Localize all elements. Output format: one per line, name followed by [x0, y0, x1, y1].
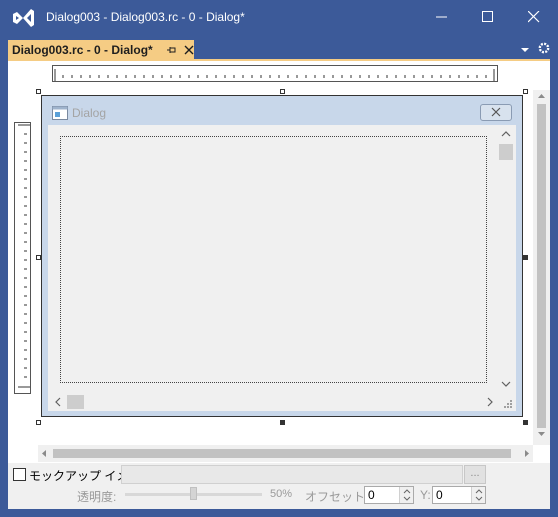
dialog-vertical-scrollbar[interactable] — [498, 126, 514, 392]
offset-y-label: Y: — [420, 488, 431, 502]
scrollbar-graphics — [499, 131, 513, 387]
horizontal-ruler[interactable] — [52, 65, 498, 82]
offset-x-stepper[interactable]: 0 — [364, 486, 414, 504]
maximize-button[interactable] — [465, 0, 511, 34]
window-title: Dialog003 - Dialog003.rc - 0 - Dialog* — [46, 10, 245, 24]
offset-y-value: 0 — [436, 488, 443, 502]
mockup-image-checkbox[interactable] — [13, 468, 26, 481]
tab-close-icon[interactable] — [182, 43, 196, 57]
scrollbar-graphics — [42, 449, 529, 458]
maximize-icon — [482, 11, 493, 22]
size-grip-icon[interactable] — [500, 398, 514, 410]
scrollbar-graphics — [55, 395, 493, 409]
opacity-label: 透明度: — [77, 490, 117, 504]
minimize-button[interactable] — [419, 0, 465, 34]
browse-button[interactable]: ... — [464, 465, 486, 484]
spin-arrows-icon — [403, 489, 411, 501]
scrollbar-graphics — [537, 94, 546, 436]
editor-vertical-scrollbar[interactable] — [533, 90, 550, 445]
tab-label: Dialog003.rc - 0 - Dialog* — [12, 43, 153, 57]
vertical-ruler[interactable] — [14, 122, 31, 394]
ruler-ticks-vertical — [18, 124, 30, 388]
dialog-close-button[interactable] — [480, 104, 512, 121]
tab-list-dropdown-icon[interactable] — [518, 42, 532, 56]
tab-dialog003-rc[interactable]: Dialog003.rc - 0 - Dialog* — [8, 40, 194, 60]
close-icon — [491, 107, 501, 117]
resize-handle-top-left[interactable] — [36, 89, 41, 94]
spin-arrows-icon — [475, 489, 483, 501]
pin-icon[interactable] — [164, 43, 178, 57]
close-button[interactable] — [511, 0, 557, 34]
resize-handle-bottom-right[interactable] — [523, 420, 528, 425]
offset-x-value: 0 — [368, 488, 375, 502]
close-icon — [528, 11, 540, 23]
mockup-image-path-field[interactable] — [121, 465, 463, 484]
editor-horizontal-scrollbar[interactable] — [38, 445, 533, 462]
minimize-icon — [436, 16, 447, 18]
dialog-window-icon — [52, 106, 68, 120]
resize-handle-top[interactable] — [280, 89, 285, 94]
dialog-horizontal-scrollbar[interactable] — [50, 394, 498, 410]
offset-x-spin-arrows[interactable] — [399, 487, 413, 503]
layout-guide-margin — [60, 136, 487, 383]
title-bar[interactable]: Dialog003 - Dialog003.rc - 0 - Dialog* — [0, 0, 558, 36]
resize-handle-bottom[interactable] — [280, 420, 285, 425]
dialog-title: Dialog — [72, 106, 107, 120]
opacity-slider-thumb[interactable] — [190, 487, 197, 500]
opacity-value: 50% — [270, 488, 293, 500]
main-window: Dialog003 - Dialog003.rc - 0 - Dialog* D… — [0, 0, 558, 517]
resize-handle-bottom-left[interactable] — [36, 420, 41, 425]
gear-icon[interactable] — [537, 41, 551, 55]
resize-handle-right[interactable] — [523, 255, 528, 260]
visual-studio-logo-icon — [13, 9, 34, 27]
offset-y-stepper[interactable]: 0 — [432, 486, 486, 504]
offset-y-spin-arrows[interactable] — [471, 487, 485, 503]
resize-handle-top-right[interactable] — [523, 89, 528, 94]
ruler-ticks-horizontal — [54, 69, 495, 81]
document-tab-strip: Dialog003.rc - 0 - Dialog* — [0, 36, 558, 60]
